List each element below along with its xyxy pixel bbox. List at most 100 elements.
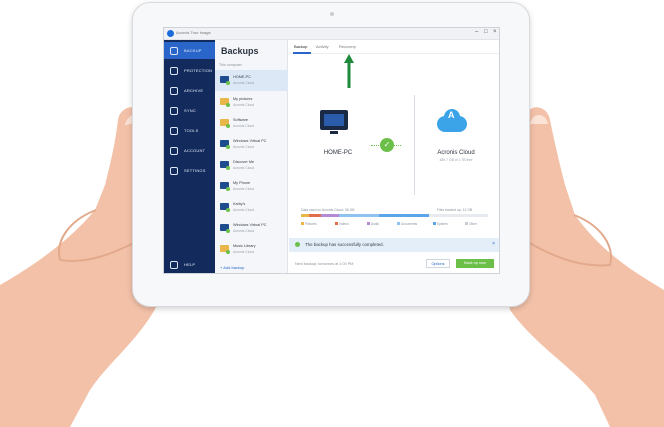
options-button[interactable]: Options xyxy=(426,259,450,268)
legend-item: Documents xyxy=(397,222,417,226)
item-name: My Phone xyxy=(233,181,251,185)
sidebar-item-backup[interactable]: BACKUP xyxy=(164,42,215,59)
tab-activity[interactable]: Activity xyxy=(316,44,329,49)
add-backup-label: Add backup xyxy=(223,265,245,270)
window-title: Acronis True Image xyxy=(176,30,211,35)
item-name: Kathy's xyxy=(233,202,246,206)
account-icon xyxy=(170,146,178,155)
toast-text: The backup has successfully completed. xyxy=(305,242,384,247)
sidebar-item-label: SETTINGS xyxy=(184,168,206,173)
archive-icon xyxy=(170,86,178,95)
bar-segment-system xyxy=(379,214,429,217)
usage-text: Data used on Acronis Cloud: 36 GB xyxy=(301,208,355,212)
add-backup-button[interactable]: + Add backup xyxy=(220,265,244,270)
legend-item: Pictures xyxy=(301,222,317,226)
ok-status-icon xyxy=(226,250,230,254)
ok-status-icon xyxy=(226,124,230,128)
bar-segment-videos xyxy=(309,214,321,217)
list-item[interactable]: HOME-PC Acronis Cloud xyxy=(215,70,288,91)
sidebar-item-sync[interactable]: SYNC xyxy=(164,102,215,119)
storage-legend: Pictures Videos Audio Documents System O… xyxy=(301,222,491,234)
shield-icon xyxy=(170,66,178,75)
legend-item: Audio xyxy=(367,222,379,226)
main-panel: Backup Activity Recovery HOME-PC ✓ A Acr… xyxy=(289,40,499,273)
sidebar-item-settings[interactable]: SETTINGS xyxy=(164,162,215,179)
legend-item: Other xyxy=(465,222,477,226)
help-icon xyxy=(170,260,178,269)
destination-device[interactable]: A Acronis Cloud 489.7 GB of 1 TB free xyxy=(429,109,489,162)
item-sub: Acronis Cloud xyxy=(233,81,255,85)
ok-status-icon xyxy=(226,208,230,212)
item-name: Windows Virtual PC xyxy=(233,223,267,227)
camera-dot xyxy=(330,12,334,16)
tab-bar: Backup Activity Recovery xyxy=(289,40,499,54)
storage-bar xyxy=(301,214,488,217)
item-sub: Acronis Cloud xyxy=(233,208,255,212)
ok-status-icon xyxy=(226,166,230,170)
list-item[interactable]: Kathy's Acronis Cloud xyxy=(215,197,288,218)
item-name: Windows Virtual PC xyxy=(233,139,267,143)
list-item[interactable]: Software Acronis Cloud xyxy=(215,113,288,134)
list-item[interactable]: My pictures Acronis Cloud xyxy=(215,92,288,113)
item-sub: Acronis Cloud xyxy=(233,145,255,149)
ok-status-icon xyxy=(226,103,230,107)
sidebar-item-protection[interactable]: PROTECTION xyxy=(164,62,215,79)
group-label: This computer xyxy=(219,63,242,67)
app-screen: Acronis True Image – □ × BACKUP PROTECTI… xyxy=(163,27,500,274)
cloud-letter: A xyxy=(448,110,455,120)
schedule-text[interactable]: Next backup: tomorrow at 1:00 PM xyxy=(295,262,353,266)
files-text: Files backed up: 12 GB xyxy=(437,208,473,212)
sidebar-item-archive[interactable]: ARCHIVE xyxy=(164,82,215,99)
sidebar-item-tools[interactable]: TOOLS xyxy=(164,122,215,139)
title-bar: Acronis True Image – □ × xyxy=(164,28,499,40)
tab-backup[interactable]: Backup xyxy=(294,44,307,49)
app-logo-icon xyxy=(167,30,174,37)
source-device[interactable]: HOME-PC xyxy=(314,110,354,156)
sidebar-item-account[interactable]: ACCOUNT xyxy=(164,142,215,159)
list-item[interactable]: My Phone Acronis Cloud xyxy=(215,176,288,197)
ok-status-icon xyxy=(226,145,230,149)
ok-status-icon xyxy=(226,81,230,85)
checkmark-icon: ✓ xyxy=(380,138,394,152)
sidebar: BACKUP PROTECTION ARCHIVE SYNC TOOLS ACC… xyxy=(164,40,215,273)
sidebar-item-help[interactable]: HELP xyxy=(164,256,215,273)
list-item[interactable]: Windows Virtual PC Acronis Cloud xyxy=(215,218,288,239)
sidebar-item-label: PROTECTION xyxy=(184,68,213,73)
sidebar-item-label: BACKUP xyxy=(184,48,202,53)
destination-sub: 489.7 GB of 1 TB free xyxy=(439,158,473,162)
sidebar-item-label: SYNC xyxy=(184,108,196,113)
item-sub: Acronis Cloud xyxy=(233,166,255,170)
sidebar-item-label: TOOLS xyxy=(184,128,199,133)
close-icon[interactable]: × xyxy=(493,29,497,35)
item-sub: Acronis Cloud xyxy=(233,187,255,191)
list-item[interactable]: Windows Virtual PC Acronis Cloud xyxy=(215,134,288,155)
bar-segment-pictures xyxy=(301,214,309,217)
item-name: Music Library xyxy=(233,244,256,248)
active-tab-indicator xyxy=(293,52,311,54)
list-item[interactable]: Music Library Acronis Cloud xyxy=(215,239,288,260)
settings-icon xyxy=(170,166,178,175)
item-name: Software xyxy=(233,118,248,122)
ok-status-icon xyxy=(226,187,230,191)
monitor-stand xyxy=(330,131,338,134)
up-arrow-icon xyxy=(344,54,354,88)
list-title: Backups xyxy=(221,46,259,56)
tools-icon xyxy=(170,126,178,135)
item-sub: Acronis Cloud xyxy=(233,124,255,128)
divider xyxy=(414,95,415,195)
list-item[interactable]: Discover Me Acronis Cloud xyxy=(215,155,288,176)
item-sub: Acronis Cloud xyxy=(233,103,255,107)
footer-bar: Next backup: tomorrow at 1:00 PM Options… xyxy=(289,256,499,273)
source-label: HOME-PC xyxy=(323,150,353,156)
back-up-now-button[interactable]: Back up now xyxy=(456,259,494,268)
maximize-icon[interactable]: □ xyxy=(484,29,488,35)
backups-list: Backups This computer HOME-PC Acronis Cl… xyxy=(215,40,288,273)
sidebar-item-label: ACCOUNT xyxy=(184,148,206,153)
minimize-icon[interactable]: – xyxy=(475,29,478,35)
monitor-icon xyxy=(320,110,348,130)
close-toast-icon[interactable]: × xyxy=(492,241,495,247)
backup-icon xyxy=(170,46,178,55)
bar-segment-audio xyxy=(321,214,339,217)
tab-recovery[interactable]: Recovery xyxy=(339,44,356,49)
status-toast: The backup has successfully completed. × xyxy=(289,238,499,252)
